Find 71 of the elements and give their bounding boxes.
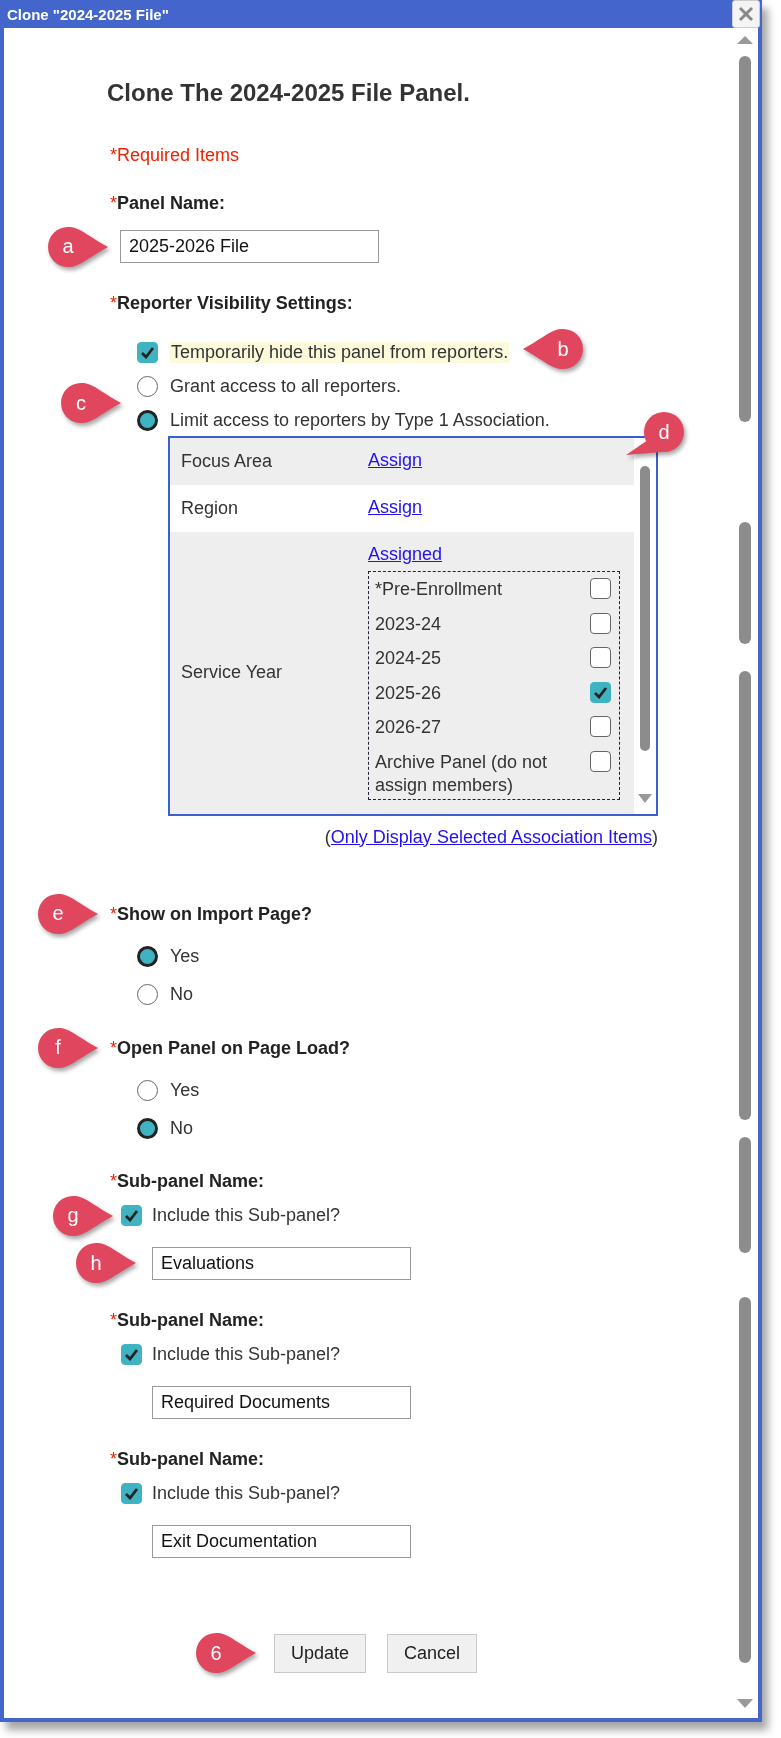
required-note: *Required Items [110,144,240,166]
callout-badge: c [59,381,123,425]
checkbox[interactable] [121,1344,142,1365]
callout-badge: f [36,1025,100,1070]
association-name: Region [180,498,240,519]
check-icon [124,1348,139,1361]
checklist-label: 2026-27 [375,716,442,739]
checkbox[interactable] [590,647,611,668]
assign-link[interactable]: Assign [368,497,423,517]
checkbox-label: Include this Sub-panel? [152,1483,341,1504]
filter-note: (Only Display Selected Association Items) [324,826,658,847]
checkbox[interactable] [137,341,158,363]
radio-label: Yes [170,1080,200,1101]
radio-button[interactable] [137,946,158,967]
check-icon [124,1487,139,1500]
checklist-label: 2024-25 [375,647,442,670]
callout-badge: h [74,1241,138,1285]
checkbox[interactable] [590,750,611,772]
radio-button[interactable] [137,375,158,397]
radio-label: Grant access to all reporters. [170,375,402,397]
checkbox[interactable] [121,1483,142,1504]
window-title: Clone "2024-2025 File" [7,5,169,23]
association-name: Service Year [180,662,284,684]
check-icon [140,345,155,359]
checkbox[interactable] [121,1205,142,1226]
subpanel-name-field[interactable]: Evaluations [152,1246,411,1280]
callout-badge: g [51,1193,115,1238]
checklist-label: Archive Panel (do not assign members) [375,750,549,797]
close-icon [737,5,755,23]
checklist-label: 2025-26 [375,681,442,705]
checklist-label: 2023-24 [375,612,442,636]
radio-label: Yes [170,946,200,967]
radio-label: No [170,1118,193,1139]
check-icon [593,685,608,699]
field-label: *Sub-panel Name: [110,1447,265,1470]
assign-link[interactable]: Assign [368,450,423,470]
dialog-heading: Clone The 2024-2025 File Panel. [107,78,470,108]
radio-label: No [170,984,193,1005]
radio-label: Limit access to reporters by Type 1 Association. [170,409,550,431]
callout-badge: a [46,224,110,269]
checkbox[interactable] [590,716,611,737]
dialog-button[interactable]: Cancel [387,1633,478,1673]
dialog-button[interactable]: Update [274,1633,367,1673]
checkbox-label: Temporarily hide this panel from reporters. [170,341,510,363]
subpanel-name-field[interactable]: Exit Documentation [152,1524,411,1558]
radio-button[interactable] [137,1080,158,1101]
panel-name-field[interactable]: 2025-2026 File [120,230,379,263]
checkbox[interactable] [590,578,611,599]
radio-button[interactable] [137,984,158,1005]
callout-badge: 6 [194,1631,258,1675]
checkbox-label: Include this Sub-panel? [152,1344,341,1365]
checkbox-label: Include this Sub-panel? [152,1205,341,1226]
field-label: *Reporter Visibility Settings: [110,292,353,314]
association-name: Focus Area [180,451,274,472]
radio-button[interactable] [137,409,158,431]
subpanel-name-field[interactable]: Required Documents [152,1385,411,1419]
field-label: *Open Panel on Page Load? [110,1036,351,1059]
callout-badge: e [36,891,100,936]
radio-button[interactable] [137,1118,158,1139]
close-button[interactable] [732,0,760,28]
check-icon [124,1209,139,1222]
callout-badge: b [521,327,586,371]
checklist-label: *Pre-Enrollment [375,578,503,601]
field-label: *Show on Import Page? [110,902,313,925]
assign-link[interactable]: Assigned [368,544,443,564]
field-label: *Sub-panel Name: [110,1308,265,1331]
field-label: *Sub-panel Name: [110,1169,265,1192]
display-selected-link[interactable]: Only Display Selected Association Items [330,826,652,847]
checkbox[interactable] [590,612,611,634]
field-label: *Panel Name: [110,192,226,214]
checkbox[interactable] [590,681,611,703]
